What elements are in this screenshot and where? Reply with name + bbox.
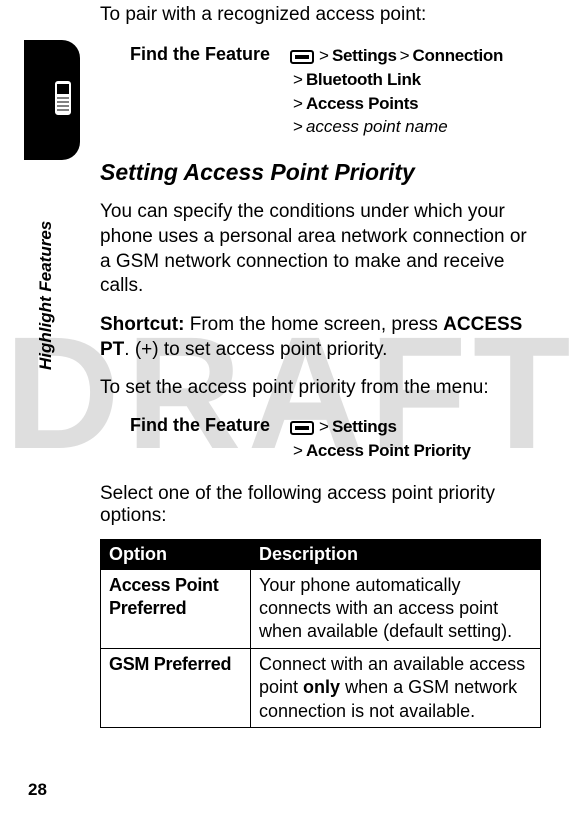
options-table: Option Description Access Point Preferre… — [100, 539, 541, 728]
option-desc: Your phone automatically connects with a… — [251, 569, 541, 648]
option-desc: Connect with an available access point o… — [251, 648, 541, 727]
section-heading: Setting Access Point Priority — [100, 159, 541, 186]
select-intro: Select one of the following access point… — [60, 483, 541, 527]
paragraph-shortcut: Shortcut: From the home screen, press AC… — [100, 313, 541, 362]
option-name: GSM Preferred — [101, 648, 251, 727]
col-option: Option — [101, 539, 251, 569]
table-row: Access Point Preferred Your phone automa… — [101, 569, 541, 648]
paragraph-3: To set the access point priority from th… — [100, 376, 541, 401]
find-feature-label: Find the Feature — [100, 415, 290, 436]
col-description: Description — [251, 539, 541, 569]
phone-icon — [40, 72, 84, 129]
menu-icon — [290, 421, 314, 435]
paragraph-1: You can specify the conditions under whi… — [100, 200, 541, 299]
table-header-row: Option Description — [101, 539, 541, 569]
table-row: GSM Preferred Connect with an available … — [101, 648, 541, 727]
side-section-label: Highlight Features — [36, 221, 56, 370]
menu-icon — [290, 50, 314, 64]
intro-text: To pair with a recognized access point: — [100, 4, 541, 26]
menu-path-1: >Settings>Connection >Bluetooth Link >Ac… — [290, 44, 503, 139]
menu-path-2: >Settings >Access Point Priority — [290, 415, 471, 463]
option-name: Access Point Preferred — [101, 569, 251, 648]
find-feature-block-1: Find the Feature >Settings>Connection >B… — [100, 44, 541, 139]
find-feature-block-2: Find the Feature >Settings >Access Point… — [100, 415, 541, 463]
page-content: To pair with a recognized access point: … — [0, 0, 581, 748]
find-feature-label: Find the Feature — [100, 44, 290, 65]
page-number: 28 — [28, 780, 47, 800]
